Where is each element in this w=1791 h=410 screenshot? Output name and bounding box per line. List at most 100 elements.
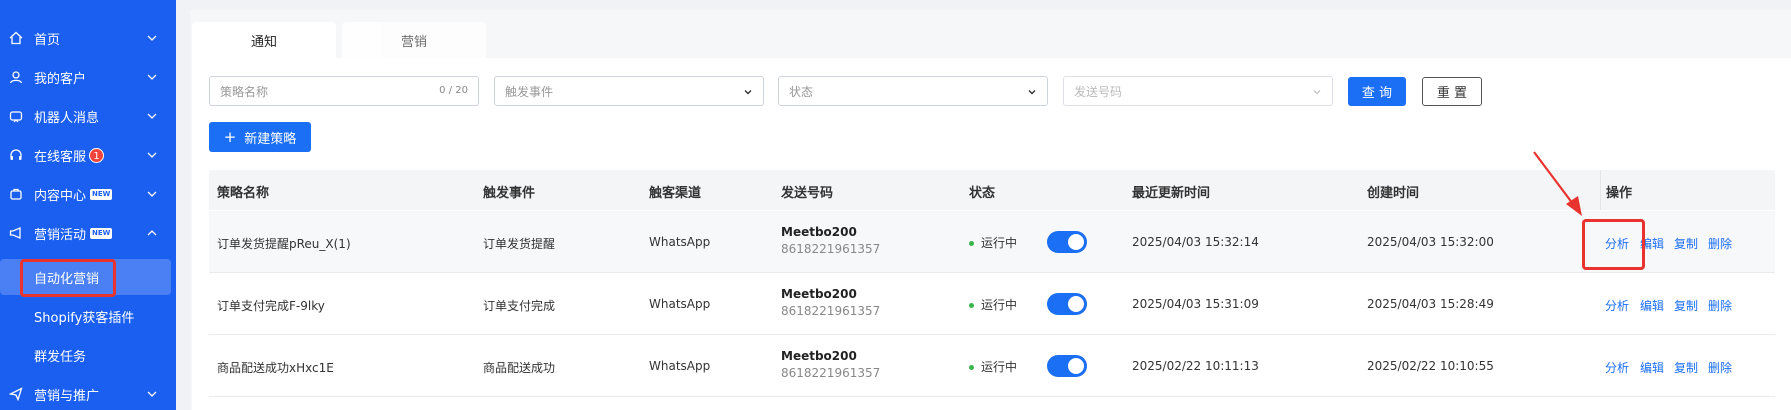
chevron-down-icon	[744, 90, 752, 95]
placeholder: 触发事件	[505, 84, 554, 99]
headset-icon	[8, 147, 24, 163]
send-number: Meetbo200 8618221961357	[781, 287, 880, 318]
table-row: 商品配送成功xHxc1E 商品配送成功 WhatsApp Meetbo200 8…	[209, 335, 1775, 397]
button-label: 新建策略	[244, 131, 297, 147]
chevron-down-icon	[147, 152, 157, 158]
channel: WhatsApp	[649, 297, 711, 311]
edit-link[interactable]: 编辑	[1640, 359, 1664, 376]
column-header: 发送号码	[781, 186, 834, 201]
sidebar-item-promotion[interactable]: 营销与推广	[0, 376, 176, 410]
column-header: 策略名称	[217, 186, 270, 201]
sidebar-item-online-service[interactable]: 在线客服 1	[0, 137, 176, 173]
sidebar-item-home[interactable]: 首页	[0, 20, 176, 56]
sidebar-item-customers[interactable]: 我的客户	[0, 59, 176, 95]
status-toggle[interactable]	[1047, 231, 1087, 253]
strategy-name-input[interactable]: 策略名称 0 / 20	[209, 76, 479, 106]
chevron-down-icon	[147, 391, 157, 397]
plus-icon: +	[223, 128, 237, 146]
status: 运行中	[969, 358, 1017, 375]
button-label: 查 询	[1361, 86, 1393, 101]
strategy-name: 商品配送成功xHxc1E	[217, 361, 334, 375]
chevron-down-icon	[147, 74, 157, 80]
sidebar-item-marketing-activity[interactable]: 营销活动 NEW	[0, 215, 176, 251]
created-time: 2025/04/03 15:28:49	[1367, 297, 1494, 311]
sidebar-item-robot-messages[interactable]: 机器人消息	[0, 98, 176, 134]
column-header: 最近更新时间	[1132, 186, 1211, 201]
trigger-event-select[interactable]: 触发事件	[494, 76, 764, 106]
updated-time: 2025/04/03 15:32:14	[1132, 235, 1259, 249]
tab-notification[interactable]: 通知	[192, 22, 336, 58]
home-icon	[8, 30, 24, 46]
sidebar: 首页 我的客户 机器人消息 在线客服 1 内容中心 NEW 营销活动 NEW 自…	[0, 0, 176, 410]
phone-number: 8618221961357	[781, 242, 881, 256]
send-number-select[interactable]: 发送号码	[1063, 76, 1333, 106]
copy-link[interactable]: 复制	[1674, 297, 1698, 314]
sidebar-item-label: 首页	[34, 32, 61, 48]
new-tag: NEW	[90, 227, 113, 239]
megaphone-icon	[8, 225, 24, 241]
updated-time: 2025/02/22 10:11:13	[1132, 359, 1259, 373]
table-row: 订单支付完成F-9lky 订单支付完成 WhatsApp Meetbo200 8…	[209, 273, 1775, 335]
chevron-down-icon	[147, 191, 157, 197]
table-row: 订单发货提醒pReu_X(1) 订单发货提醒 WhatsApp Meetbo20…	[209, 211, 1775, 273]
new-strategy-button[interactable]: + 新建策略	[209, 122, 311, 152]
edit-link[interactable]: 编辑	[1640, 297, 1664, 314]
new-tag: NEW	[90, 188, 113, 200]
status-toggle[interactable]	[1047, 355, 1087, 377]
sidebar-item-label: 营销活动	[34, 227, 87, 243]
toggle-knob	[1068, 234, 1084, 250]
sidebar-subitem-broadcast[interactable]: 群发任务	[0, 337, 176, 373]
delete-link[interactable]: 删除	[1708, 359, 1732, 376]
phone-number: 8618221961357	[781, 304, 881, 318]
phone-account: Meetbo200	[781, 225, 857, 239]
status-toggle[interactable]	[1047, 293, 1087, 315]
sidebar-subitem-shopify-plugin[interactable]: Shopify获客插件	[0, 298, 176, 334]
phone-number: 8618221961357	[781, 366, 881, 380]
sidebar-item-label: 营销与推广	[34, 388, 100, 404]
sidebar-item-content-center[interactable]: 内容中心 NEW	[0, 176, 176, 212]
placeholder: 状态	[789, 84, 814, 99]
column-header: 操作	[1606, 186, 1633, 201]
query-button[interactable]: 查 询	[1348, 77, 1406, 106]
chevron-down-icon	[147, 35, 157, 41]
analyze-link[interactable]: 分析	[1605, 297, 1629, 314]
phone-account: Meetbo200	[781, 287, 857, 301]
status: 运行中	[969, 234, 1017, 251]
sidebar-item-label: 机器人消息	[34, 110, 100, 126]
robot-icon	[8, 108, 24, 124]
sidebar-item-label: 内容中心	[34, 188, 87, 204]
copy-link[interactable]: 复制	[1674, 359, 1698, 376]
reset-button[interactable]: 重 置	[1422, 77, 1482, 106]
copy-link[interactable]: 复制	[1674, 235, 1698, 252]
chevron-down-icon	[1028, 90, 1036, 95]
annotation-box	[1582, 219, 1645, 270]
column-header: 触客渠道	[649, 186, 702, 201]
delete-link[interactable]: 删除	[1708, 297, 1732, 314]
chevron-down-icon	[147, 113, 157, 119]
column-header: 触发事件	[483, 186, 536, 201]
promote-icon	[8, 386, 24, 402]
tab-marketing[interactable]: 营销	[342, 22, 486, 58]
analyze-link[interactable]: 分析	[1605, 359, 1629, 376]
channel: WhatsApp	[649, 235, 711, 249]
status-select[interactable]: 状态	[778, 76, 1048, 106]
status: 运行中	[969, 296, 1017, 313]
column-header: 创建时间	[1367, 186, 1420, 201]
placeholder: 发送号码	[1074, 84, 1123, 99]
created-time: 2025/02/22 10:10:55	[1367, 359, 1494, 373]
tab-label: 通知	[250, 34, 277, 50]
annotation-box	[20, 259, 116, 297]
status-text: 运行中	[981, 236, 1018, 250]
button-label: 重 置	[1436, 86, 1468, 101]
char-count: 0 / 20	[439, 85, 468, 96]
trigger-event: 订单支付完成	[483, 299, 556, 313]
sidebar-item-label: 我的客户	[34, 71, 87, 87]
notification-badge: 1	[89, 147, 105, 163]
trigger-event: 商品配送成功	[483, 361, 556, 375]
channel: WhatsApp	[649, 359, 711, 373]
delete-link[interactable]: 删除	[1708, 235, 1732, 252]
send-number: Meetbo200 8618221961357	[781, 349, 880, 380]
strategy-name: 订单发货提醒pReu_X(1)	[217, 237, 351, 251]
placeholder: 策略名称	[220, 84, 269, 99]
sidebar-subitem-label: 群发任务	[34, 349, 87, 365]
